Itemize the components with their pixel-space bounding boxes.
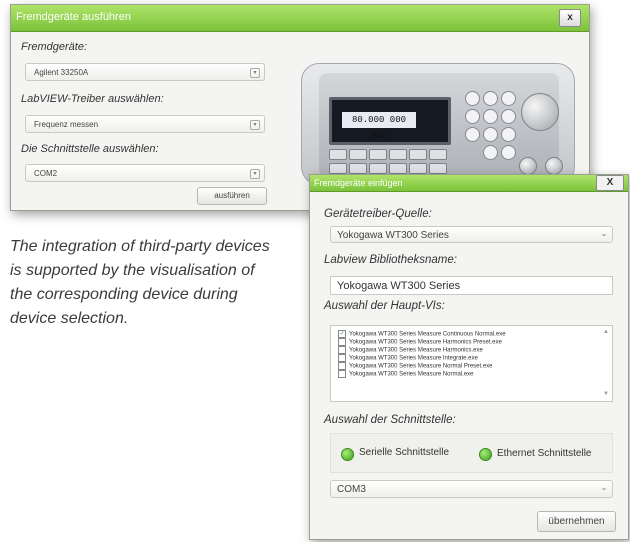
- device-display: 80.000 000 MHz: [329, 97, 451, 145]
- checkbox-checked[interactable]: ✓: [338, 330, 346, 338]
- chevron-down-icon: ⌄: [600, 483, 608, 492]
- insert-external-devices-window: Fremdgeräte einfügen X Gerätetreiber-Que…: [309, 174, 629, 540]
- device-key: [483, 109, 498, 124]
- list-item[interactable]: Yokogawa WT300 Series Measure Integrate.…: [338, 354, 478, 362]
- list-item[interactable]: ✓ Yokogawa WT300 Series Measure Continuou…: [338, 330, 506, 338]
- device-softkey: [389, 163, 407, 174]
- ethernet-radio-label: Ethernet Schnittstelle: [497, 448, 592, 459]
- execute-button[interactable]: ausführen: [197, 187, 267, 205]
- device-softkey: [349, 163, 367, 174]
- interface-select[interactable]: COM2 ▾: [25, 164, 265, 182]
- driver-source-select[interactable]: Yokogawa WT300 Series ⌄: [330, 226, 613, 243]
- port-select[interactable]: COM3 ⌄: [330, 480, 613, 498]
- device-illustration: 80.000 000 MHz: [295, 45, 587, 195]
- sync-connector-icon: [545, 157, 563, 175]
- library-name-input[interactable]: Yokogawa WT300 Series: [330, 276, 613, 295]
- ethernet-radio[interactable]: [479, 448, 492, 461]
- chevron-down-icon: ▾: [250, 169, 260, 179]
- device-select-value: Agilent 33250A: [34, 68, 89, 77]
- caption-text: The integration of third-party devices i…: [10, 238, 270, 327]
- window-title: Fremdgeräte ausführen: [16, 11, 131, 23]
- close-button[interactable]: X: [596, 175, 624, 191]
- list-item-label: Yokogawa WT300 Series Measure Continuous…: [349, 331, 506, 338]
- checkbox[interactable]: [338, 370, 346, 378]
- device-display-frequency: 80.000 000 MHz: [342, 112, 416, 141]
- driver-label: LabVIEW-Treiber auswählen:: [21, 93, 164, 105]
- device-softkey: [369, 149, 387, 160]
- device-softkey: [329, 149, 347, 160]
- rotary-knob-icon: [521, 93, 559, 131]
- list-item[interactable]: Yokogawa WT300 Series Measure Normal.exe: [338, 370, 474, 378]
- device-key: [483, 91, 498, 106]
- device-softkey: [409, 149, 427, 160]
- scroll-up-icon[interactable]: ▲: [603, 329, 609, 335]
- device-key: [465, 109, 480, 124]
- interface-label: Die Schnittstelle auswählen:: [21, 143, 159, 155]
- checkbox[interactable]: [338, 354, 346, 362]
- devices-label: Fremdgeräte:: [21, 41, 88, 53]
- list-item-label: Yokogawa WT300 Series Measure Harmonics …: [349, 339, 502, 346]
- checkbox[interactable]: [338, 338, 346, 346]
- device-key: [483, 127, 498, 142]
- list-item[interactable]: Yokogawa WT300 Series Measure Harmonics.…: [338, 346, 483, 354]
- list-item-label: Yokogawa WT300 Series Measure Normal Pre…: [349, 363, 493, 370]
- interface-radio-group: Serielle Schnittstelle Ethernet Schnitts…: [330, 433, 613, 473]
- list-item-label: Yokogawa WT300 Series Measure Harmonics.…: [349, 347, 483, 354]
- device-softkey: [429, 149, 447, 160]
- device-softkey: [389, 149, 407, 160]
- serial-radio-label: Serielle Schnittstelle: [359, 447, 450, 458]
- checkbox[interactable]: [338, 362, 346, 370]
- device-key: [501, 145, 516, 160]
- main-vis-label: Auswahl der Haupt-VIs:: [324, 300, 445, 312]
- apply-button[interactable]: übernehmen: [537, 511, 616, 532]
- list-item-label: Yokogawa WT300 Series Measure Integrate.…: [349, 355, 478, 362]
- device-key: [465, 127, 480, 142]
- device-key: [465, 91, 480, 106]
- device-softkey: [329, 163, 347, 174]
- scroll-down-icon[interactable]: ▼: [603, 391, 609, 397]
- interface-select-value: COM2: [34, 169, 58, 178]
- window-titlebar: Fremdgeräte einfügen X: [310, 175, 628, 192]
- device-softkey: [369, 163, 387, 174]
- window-titlebar: Fremdgeräte ausführen x: [11, 5, 589, 32]
- device-key: [483, 145, 498, 160]
- driver-select[interactable]: Frequenz messen ▾: [25, 115, 265, 133]
- list-scrollbar[interactable]: ▲ ▼: [602, 329, 610, 399]
- device-softkey: [429, 163, 447, 174]
- window-title: Fremdgeräte einfügen: [314, 178, 403, 188]
- checkbox[interactable]: [338, 346, 346, 354]
- device-key: [501, 127, 516, 142]
- driver-source-value: Yokogawa WT300 Series: [337, 230, 449, 241]
- device-softkey: [409, 163, 427, 174]
- device-key: [501, 109, 516, 124]
- device-select[interactable]: Agilent 33250A ▾: [25, 63, 265, 81]
- main-vis-list[interactable]: ✓ Yokogawa WT300 Series Measure Continuou…: [330, 325, 613, 402]
- list-item-label: Yokogawa WT300 Series Measure Normal.exe: [349, 371, 474, 378]
- device-softkey: [349, 149, 367, 160]
- interface-selection-label: Auswahl der Schnittstelle:: [324, 414, 456, 426]
- list-item[interactable]: Yokogawa WT300 Series Measure Normal Pre…: [338, 362, 493, 370]
- chevron-down-icon: ▾: [250, 68, 260, 78]
- chevron-down-icon: ▾: [250, 120, 260, 130]
- device-key: [501, 91, 516, 106]
- close-button[interactable]: x: [559, 9, 581, 27]
- serial-radio[interactable]: [341, 448, 354, 461]
- list-item[interactable]: Yokogawa WT300 Series Measure Harmonics …: [338, 338, 502, 346]
- library-name-label: Labview Bibliotheksname:: [324, 254, 457, 266]
- driver-source-label: Gerätetreiber-Quelle:: [324, 208, 432, 220]
- port-select-value: COM3: [337, 484, 366, 495]
- driver-select-value: Frequenz messen: [34, 120, 99, 129]
- chevron-down-icon: ⌄: [600, 229, 608, 238]
- output-connector-icon: [519, 157, 537, 175]
